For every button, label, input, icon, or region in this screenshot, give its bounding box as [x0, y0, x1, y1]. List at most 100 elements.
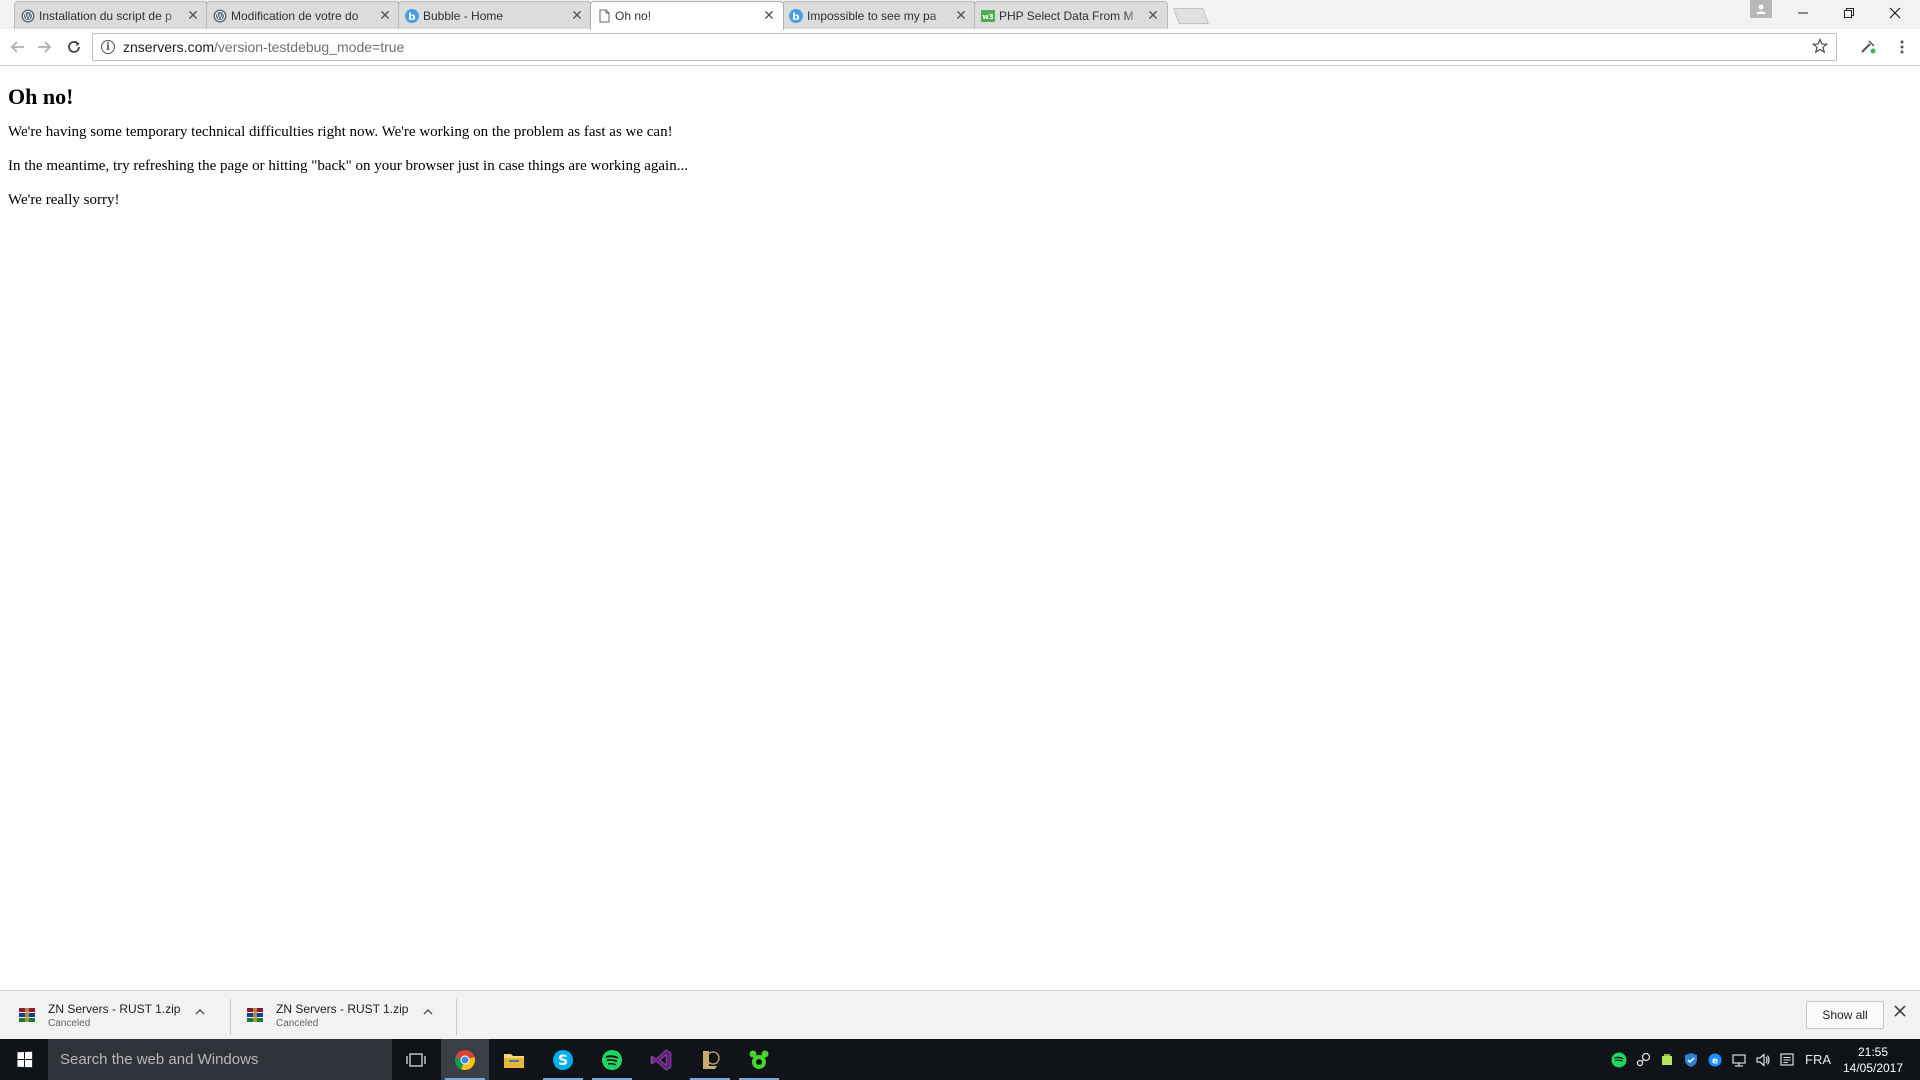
close-shelf-icon[interactable] — [1894, 1004, 1906, 1022]
page-heading: Oh no! — [8, 84, 74, 109]
language-indicator[interactable]: FRA — [1802, 1039, 1834, 1080]
svg-text:e: e — [1712, 1056, 1718, 1066]
skype-taskbar-button[interactable]: S — [539, 1039, 587, 1080]
tab-modification-domaine[interactable]: W Modification de votre do ✕ — [206, 1, 400, 29]
url-host: znservers.com — [123, 39, 215, 55]
page-content: Oh no! We're having some temporary techn… — [0, 66, 1920, 990]
wordpress-icon: W — [213, 9, 227, 23]
league-of-legends-icon — [703, 1050, 720, 1069]
windows-logo-icon — [16, 1051, 32, 1068]
close-tab-icon[interactable]: ✕ — [569, 7, 585, 23]
system-clock[interactable]: 21:55 14/05/2017 — [1836, 1044, 1910, 1076]
wordpress-icon: W — [21, 9, 35, 23]
close-tab-icon[interactable]: ✕ — [761, 7, 777, 23]
document-icon — [599, 9, 610, 23]
close-tab-icon[interactable]: ✕ — [377, 7, 393, 23]
forward-button[interactable] — [32, 35, 56, 59]
close-window-button[interactable] — [1872, 0, 1918, 26]
close-tab-icon[interactable]: ✕ — [953, 7, 969, 23]
chrome-taskbar-button[interactable] — [441, 1039, 489, 1080]
tab-php-select-data[interactable]: w3 PHP Select Data From M ✕ — [974, 1, 1168, 29]
search-placeholder: Search the web and Windows — [60, 1051, 259, 1068]
close-icon — [1889, 7, 1901, 19]
svg-text:W: W — [24, 13, 32, 21]
url-path: /version-testdebug_mode=true — [214, 39, 405, 55]
tab-oh-no-active[interactable]: Oh no! ✕ — [590, 1, 784, 30]
league-of-legends-taskbar-button[interactable] — [686, 1039, 734, 1080]
minimize-icon — [1798, 12, 1808, 14]
network-tray-icon[interactable]: e — [1704, 1039, 1726, 1080]
steam-tray-icon[interactable] — [1632, 1039, 1654, 1080]
task-view-button[interactable] — [392, 1039, 440, 1080]
clock-time: 21:55 — [1857, 1045, 1889, 1059]
tab-installation-script[interactable]: W Installation du script de p ✕ — [14, 1, 208, 29]
chrome-icon — [455, 1049, 475, 1070]
zip-archive-icon — [19, 1008, 35, 1022]
bookmark-star-icon[interactable] — [1811, 37, 1829, 59]
w3schools-icon: w3 — [981, 10, 995, 22]
address-bar[interactable]: i znservers.com/version-testdebug_mode=t… — [92, 33, 1837, 61]
new-tab-button[interactable] — [1173, 8, 1209, 24]
chevron-up-icon[interactable] — [194, 1006, 206, 1021]
tab-bubble-home[interactable]: b Bubble - Home ✕ — [398, 1, 592, 29]
restore-icon — [1844, 8, 1854, 18]
tab-title: PHP Select Data From M — [999, 8, 1134, 23]
apology-message: We're really sorry! — [8, 192, 120, 208]
clock-date: 14/05/2017 — [1842, 1061, 1904, 1075]
chevron-up-icon[interactable] — [422, 1006, 434, 1021]
ethernet-icon[interactable] — [1728, 1039, 1750, 1080]
minimize-window-button[interactable] — [1780, 0, 1826, 26]
reload-button[interactable] — [62, 35, 86, 59]
windows-taskbar: Search the web and Windows S e FRA 21:55… — [0, 1039, 1920, 1080]
file-explorer-icon — [504, 1053, 524, 1068]
arrow-right-icon — [38, 41, 52, 53]
profile-icon[interactable] — [1750, 0, 1772, 18]
visual-studio-taskbar-button[interactable] — [637, 1039, 685, 1080]
taskbar-search-box[interactable]: Search the web and Windows — [48, 1039, 392, 1080]
tab-strip: W Installation du script de p ✕ W Modifi… — [0, 0, 1920, 30]
info-icon[interactable]: i — [101, 40, 115, 54]
show-all-downloads-button[interactable]: Show all — [1806, 1001, 1884, 1029]
file-explorer-taskbar-button[interactable] — [490, 1039, 538, 1080]
download-shelf: ZN Servers - RUST 1.zip Canceled ZN Serv… — [0, 990, 1920, 1039]
download-item[interactable]: ZN Servers - RUST 1.zip Canceled — [0, 997, 220, 1033]
bubble-icon: b — [405, 9, 419, 23]
skype-icon: S — [553, 1049, 573, 1070]
close-tab-icon[interactable]: ✕ — [185, 7, 201, 23]
tab-title: Installation du script de p — [39, 8, 172, 23]
divider — [456, 999, 457, 1035]
spotify-tray-icon[interactable] — [1608, 1039, 1630, 1080]
tab-title: Impossible to see my pa — [807, 8, 937, 23]
visual-studio-icon — [650, 1049, 672, 1070]
download-item[interactable]: ZN Servers - RUST 1.zip Canceled — [228, 997, 448, 1033]
svg-text:w3: w3 — [982, 13, 993, 21]
razer-taskbar-button[interactable] — [735, 1039, 783, 1080]
start-button[interactable] — [0, 1039, 48, 1080]
notifications-icon[interactable] — [1776, 1039, 1798, 1080]
download-status: Canceled — [48, 1018, 91, 1029]
download-filename: ZN Servers - RUST 1.zip — [276, 1002, 409, 1016]
shield-icon[interactable] — [1680, 1039, 1702, 1080]
sticky-tray-icon[interactable] — [1656, 1039, 1678, 1080]
tab-title: Oh no! — [615, 9, 652, 23]
svg-text:b: b — [408, 12, 415, 23]
bubble-icon: b — [789, 9, 803, 23]
spotify-icon — [602, 1049, 622, 1070]
back-button[interactable] — [6, 35, 30, 59]
close-tab-icon[interactable]: ✕ — [1145, 7, 1161, 23]
arrow-left-icon — [10, 41, 24, 53]
download-filename: ZN Servers - RUST 1.zip — [48, 1002, 181, 1016]
svg-text:W: W — [216, 13, 224, 21]
restore-window-button[interactable] — [1826, 0, 1872, 26]
zip-archive-icon — [247, 1008, 263, 1022]
address-url[interactable]: znservers.com/version-testdebug_mode=tru… — [123, 39, 404, 55]
svg-text:b: b — [792, 12, 799, 23]
razer-icon — [749, 1050, 769, 1069]
volume-icon[interactable] — [1752, 1039, 1774, 1080]
menu-kebab-icon[interactable] — [1890, 35, 1914, 59]
tab-title: Bubble - Home — [423, 8, 504, 23]
tab-title: Modification de votre do — [231, 8, 359, 23]
spotify-taskbar-button[interactable] — [588, 1039, 636, 1080]
tab-impossible-to-see[interactable]: b Impossible to see my pa ✕ — [782, 1, 976, 29]
extension-icon[interactable] — [1856, 35, 1880, 59]
